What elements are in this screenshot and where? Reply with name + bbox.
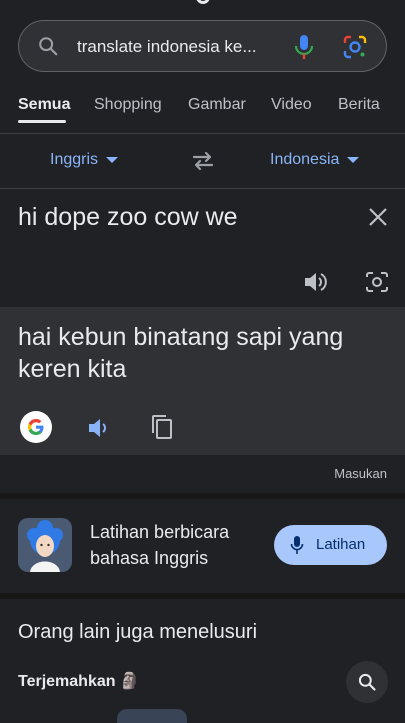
source-text-input[interactable]: hi dope zoo cow we xyxy=(18,203,238,232)
copy-icon[interactable] xyxy=(150,413,174,441)
source-panel: hi dope zoo cow we xyxy=(0,189,405,307)
moai-emoji: 🗿 xyxy=(119,673,140,690)
speaker-icon[interactable] xyxy=(302,269,328,295)
speaking-practice-card: Latihan berbicara bahasa Inggris Latihan xyxy=(0,499,405,593)
tab-video[interactable]: Video xyxy=(271,96,312,114)
target-language-label: Indonesia xyxy=(270,151,340,168)
avatar xyxy=(18,518,72,572)
related-searches-title: Orang lain juga menelusuri xyxy=(18,621,258,643)
feedback-link[interactable]: Masukan xyxy=(334,466,387,481)
chevron-down-icon xyxy=(347,156,360,163)
search-bar[interactable]: translate indonesia ke... xyxy=(18,20,387,72)
microphone-icon xyxy=(290,536,304,554)
practice-button-label: Latihan xyxy=(316,536,366,553)
practice-button[interactable]: Latihan xyxy=(274,525,387,565)
source-language-label: Inggris xyxy=(50,151,99,168)
google-lens-icon[interactable] xyxy=(341,33,369,61)
tab-semua[interactable]: Semua xyxy=(18,96,70,114)
header-stub xyxy=(0,0,405,14)
related-search-label: Terjemahkan xyxy=(18,673,116,690)
language-selector: Inggris Indonesia xyxy=(0,134,405,188)
active-tab-indicator xyxy=(18,120,66,123)
related-search-item[interactable]: Terjemahkan 🗿 xyxy=(18,671,139,691)
swap-languages-icon[interactable] xyxy=(190,148,216,174)
voice-search-icon[interactable] xyxy=(291,33,317,61)
search-tabs: Semua Shopping Gambar Video Berita xyxy=(0,88,405,132)
translation-result-text: hai kebun binatang sapi yang keren kita xyxy=(18,323,344,383)
speaker-icon[interactable] xyxy=(86,415,112,441)
bottom-nav-stub xyxy=(0,709,405,720)
related-searches: Orang lain juga menelusuri Terjemahkan 🗿 xyxy=(0,599,405,720)
google-logo-fragment xyxy=(196,0,210,4)
google-logo-icon[interactable] xyxy=(20,411,52,443)
search-icon xyxy=(39,37,58,56)
chevron-down-icon xyxy=(106,156,119,163)
tab-berita[interactable]: Berita xyxy=(338,96,380,114)
practice-title: Latihan berbicara bahasa Inggris xyxy=(90,522,230,568)
search-icon xyxy=(358,673,376,691)
source-language-select[interactable]: Inggris xyxy=(50,151,119,169)
related-search-button[interactable] xyxy=(346,661,388,703)
bottom-nav-active-pill[interactable] xyxy=(117,709,187,723)
target-language-select[interactable]: Indonesia xyxy=(270,151,360,169)
feedback-row: Masukan xyxy=(0,455,405,493)
tab-shopping[interactable]: Shopping xyxy=(94,96,162,114)
close-icon[interactable] xyxy=(366,205,390,229)
translation-result-panel: hai kebun binatang sapi yang keren kita xyxy=(0,307,405,455)
tab-gambar[interactable]: Gambar xyxy=(188,96,246,114)
camera-translate-icon[interactable] xyxy=(364,269,390,295)
search-query[interactable]: translate indonesia ke... xyxy=(77,37,289,59)
